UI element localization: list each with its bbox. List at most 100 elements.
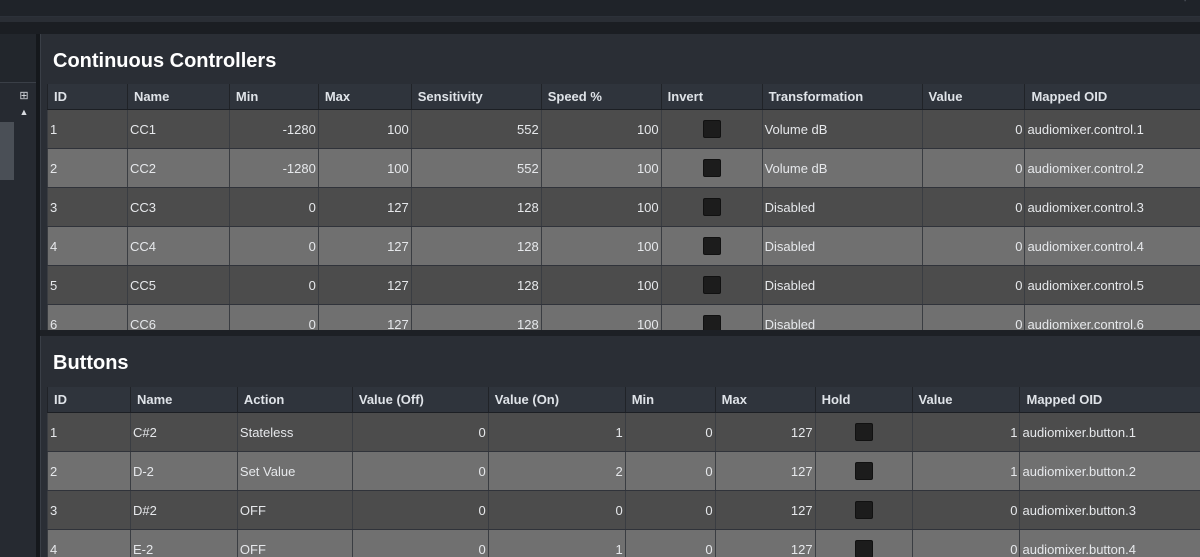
button-max-cell[interactable]: 127 <box>714 412 816 452</box>
buttons-column-header[interactable]: Value <box>911 387 1020 413</box>
cc-transformation-cell[interactable]: Disabled <box>761 187 923 227</box>
buttons-column-header[interactable]: Value (On) <box>487 387 626 413</box>
button-max-cell[interactable]: 127 <box>714 490 816 530</box>
arrow-up-icon[interactable]: ▲ <box>18 106 30 118</box>
cc-name-cell[interactable]: CC6 <box>126 304 230 330</box>
button-min-cell[interactable]: 0 <box>624 412 716 452</box>
button-id-cell[interactable]: 3 <box>47 490 131 530</box>
button-value-off-cell[interactable]: 0 <box>351 451 489 491</box>
cc-name-cell[interactable]: CC5 <box>126 265 230 305</box>
cc-value-cell[interactable]: 0 <box>921 109 1025 149</box>
cc-table-row[interactable]: 4 CC4 0 127 128 100 Disabled 0 audiomixer.contro… <box>47 226 1200 266</box>
cc-column-header[interactable]: Mapped OID <box>1024 84 1200 110</box>
button-id-cell[interactable]: 4 <box>47 529 131 557</box>
cc-min-cell[interactable]: 0 <box>228 187 319 227</box>
cc-column-header[interactable]: Max <box>317 84 412 110</box>
cc-transformation-cell[interactable]: Disabled <box>761 226 923 266</box>
cc-table-row[interactable]: 2 CC2 -1280 100 552 100 Volume dB 0 audiomixer.c… <box>47 148 1200 188</box>
buttons-table-row[interactable]: 3 D#2 OFF 0 0 0 127 0 audiomixer.button.3 <box>47 490 1200 530</box>
cc-min-cell[interactable]: 0 <box>228 226 319 266</box>
cc-min-cell[interactable]: 0 <box>228 304 319 330</box>
buttons-table-viewport[interactable]: ID Name Action Value (Off) Value (On) Min Max H… <box>41 387 1200 557</box>
cc-table-row[interactable]: 5 CC5 0 127 128 100 Disabled 0 audiomixer.contro… <box>47 265 1200 305</box>
button-name-cell[interactable]: C#2 <box>129 412 238 452</box>
cc-invert-checkbox[interactable] <box>702 276 721 294</box>
button-action-cell[interactable]: OFF <box>236 490 353 530</box>
cc-mapped-oid-cell[interactable]: audiomixer.control.1 <box>1024 109 1200 149</box>
buttons-column-header[interactable]: Value (Off) <box>351 387 489 413</box>
buttons-column-header[interactable]: Hold <box>814 387 913 413</box>
cc-transformation-cell[interactable]: Disabled <box>761 304 923 330</box>
cc-column-header[interactable]: ID <box>47 84 128 110</box>
button-value-off-cell[interactable]: 0 <box>351 412 489 452</box>
button-max-cell[interactable]: 127 <box>714 451 816 491</box>
cc-id-cell[interactable]: 5 <box>47 265 128 305</box>
cc-transformation-cell[interactable]: Volume dB <box>761 109 923 149</box>
cc-max-cell[interactable]: 100 <box>317 148 412 188</box>
button-value-cell[interactable]: 1 <box>911 412 1020 452</box>
button-name-cell[interactable]: D-2 <box>129 451 238 491</box>
button-value-on-cell[interactable]: 2 <box>487 451 626 491</box>
button-hold-checkbox[interactable] <box>854 501 873 519</box>
button-min-cell[interactable]: 0 <box>624 490 716 530</box>
cc-column-header[interactable]: Invert <box>660 84 763 110</box>
cc-speed-cell[interactable]: 100 <box>540 265 662 305</box>
buttons-table-row[interactable]: 4 E-2 OFF 0 1 0 127 0 audiomixer.button.4 <box>47 529 1200 557</box>
cc-sensitivity-cell[interactable]: 128 <box>410 226 542 266</box>
cc-id-cell[interactable]: 6 <box>47 304 128 330</box>
cc-transformation-cell[interactable]: Volume dB <box>761 148 923 188</box>
cc-invert-checkbox[interactable] <box>702 159 721 177</box>
cc-invert-checkbox[interactable] <box>702 120 721 138</box>
button-min-cell[interactable]: 0 <box>624 529 716 557</box>
cc-mapped-oid-cell[interactable]: audiomixer.control.6 <box>1024 304 1200 330</box>
cc-max-cell[interactable]: 127 <box>317 226 412 266</box>
cc-mapped-oid-cell[interactable]: audiomixer.control.3 <box>1024 187 1200 227</box>
button-min-cell[interactable]: 0 <box>624 451 716 491</box>
button-hold-checkbox[interactable] <box>854 462 873 480</box>
button-value-off-cell[interactable]: 0 <box>351 490 489 530</box>
cc-column-header[interactable]: Speed % <box>540 84 662 110</box>
cc-name-cell[interactable]: CC2 <box>126 148 230 188</box>
cc-table-row[interactable]: 1 CC1 -1280 100 552 100 Volume dB 0 audiomixer.c… <box>47 109 1200 149</box>
button-value-off-cell[interactable]: 0 <box>351 529 489 557</box>
button-id-cell[interactable]: 1 <box>47 412 131 452</box>
button-value-cell[interactable]: 1 <box>911 451 1020 491</box>
cc-sensitivity-cell[interactable]: 128 <box>410 265 542 305</box>
panel-toggle-icon[interactable]: ⊞ <box>18 90 30 102</box>
cc-mapped-oid-cell[interactable]: audiomixer.control.5 <box>1024 265 1200 305</box>
cc-speed-cell[interactable]: 100 <box>540 226 662 266</box>
button-value-on-cell[interactable]: 1 <box>487 529 626 557</box>
cc-min-cell[interactable]: -1280 <box>228 109 319 149</box>
buttons-column-header[interactable]: Max <box>714 387 816 413</box>
button-mapped-oid-cell[interactable]: audiomixer.button.4 <box>1019 529 1200 557</box>
button-mapped-oid-cell[interactable]: audiomixer.button.2 <box>1019 451 1200 491</box>
cc-min-cell[interactable]: 0 <box>228 265 319 305</box>
button-action-cell[interactable]: Set Value <box>236 451 353 491</box>
cc-speed-cell[interactable]: 100 <box>540 304 662 330</box>
cc-mapped-oid-cell[interactable]: audiomixer.control.2 <box>1024 148 1200 188</box>
buttons-column-header[interactable]: Name <box>129 387 238 413</box>
button-name-cell[interactable]: E-2 <box>129 529 238 557</box>
cc-invert-checkbox[interactable] <box>702 315 721 330</box>
cc-id-cell[interactable]: 4 <box>47 226 128 266</box>
cc-sensitivity-cell[interactable]: 128 <box>410 304 542 330</box>
cc-name-cell[interactable]: CC3 <box>126 187 230 227</box>
cc-invert-checkbox[interactable] <box>702 198 721 216</box>
cc-mapped-oid-cell[interactable]: audiomixer.control.4 <box>1024 226 1200 266</box>
cc-value-cell[interactable]: 0 <box>921 148 1025 188</box>
cc-max-cell[interactable]: 127 <box>317 265 412 305</box>
button-value-cell[interactable]: 0 <box>911 490 1020 530</box>
cc-column-header[interactable]: Value <box>921 84 1025 110</box>
button-hold-checkbox[interactable] <box>854 540 873 557</box>
cc-name-cell[interactable]: CC1 <box>126 109 230 149</box>
buttons-column-header[interactable]: Mapped OID <box>1019 387 1200 413</box>
cc-column-header[interactable]: Name <box>126 84 230 110</box>
cc-sensitivity-cell[interactable]: 128 <box>410 187 542 227</box>
cc-transformation-cell[interactable]: Disabled <box>761 265 923 305</box>
button-action-cell[interactable]: Stateless <box>236 412 353 452</box>
cc-speed-cell[interactable]: 100 <box>540 148 662 188</box>
button-name-cell[interactable]: D#2 <box>129 490 238 530</box>
cc-column-header[interactable]: Sensitivity <box>410 84 542 110</box>
cc-value-cell[interactable]: 0 <box>921 187 1025 227</box>
button-id-cell[interactable]: 2 <box>47 451 131 491</box>
